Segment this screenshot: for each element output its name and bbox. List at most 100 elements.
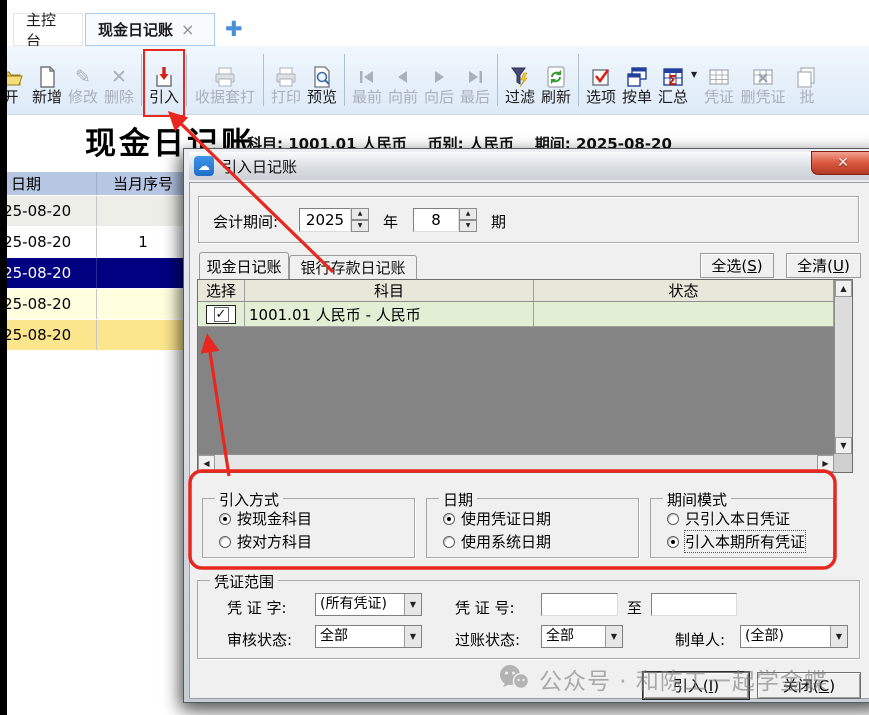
select-all-button[interactable]: 全选(S) (700, 253, 774, 278)
toolbar-print-button[interactable]: 打印 (269, 50, 303, 110)
summary-dropdown-caret-icon[interactable]: ▼ (691, 70, 701, 79)
import-mode-group: 引入方式 按现金科目 按对方科目 (202, 498, 415, 558)
month-seq-cell (97, 258, 190, 288)
toolbar-voucher-button[interactable]: 凭证 (702, 50, 736, 110)
options-check-icon (589, 64, 613, 89)
radio-by-counter-subject[interactable]: 按对方科目 (219, 531, 312, 552)
toolbar-del-voucher-button[interactable]: 删凭证 (738, 50, 788, 110)
filter-icon (508, 64, 532, 89)
tab-label: 主控台 (26, 9, 70, 51)
toolbar-first-button[interactable]: 最前 (350, 50, 384, 110)
voucher-number-from-input[interactable] (541, 593, 618, 616)
radio-only-today-vouchers[interactable]: 只引入本日凭证 (667, 508, 790, 529)
combo-arrow-icon[interactable]: ▼ (830, 626, 847, 647)
tab-cash-journal-dialog[interactable]: 现金日记账 (199, 252, 289, 279)
import-journal-dialog: ☁ 引入日记账 ✕ 会计期间: 2025 ▲ ▼ 年 8 ▲ ▼ 期 (183, 148, 869, 703)
del-voucher-icon (751, 64, 775, 89)
to-label: 至 (627, 597, 642, 618)
tab-main-console[interactable]: 主控台 (13, 13, 83, 46)
tab-cash-journal[interactable]: 现金日记账 × (85, 13, 215, 46)
radio-icon (443, 536, 455, 548)
tab-bank-journal-dialog[interactable]: 银行存款日记账 (289, 255, 417, 279)
toolbar-filter-button[interactable]: 过滤 (503, 50, 537, 110)
new-tab-icon[interactable]: ✚ (225, 16, 243, 42)
by-doc-icon (625, 64, 649, 89)
toolbar-prev-button[interactable]: 向前 (386, 50, 420, 110)
scroll-up-icon[interactable]: ▲ (835, 280, 852, 297)
toolbar-last-button[interactable]: 最后 (458, 50, 492, 110)
audit-status-select[interactable]: 全部 ▼ (315, 625, 422, 648)
toolbar-new-button[interactable]: 新增 (30, 50, 64, 110)
radio-selected-icon (443, 513, 455, 525)
close-button[interactable]: 关闭(C) (757, 672, 861, 699)
year-spinner[interactable]: ▲ ▼ (351, 208, 369, 232)
app-window: 主控台 现金日记账 × ✚ 开 新增 ✎ 修改 ✕ 删除 (0, 0, 869, 715)
toolbar-refresh-button[interactable]: 刷新 (539, 50, 573, 110)
date-cell: 2025-08-20 (11, 295, 71, 313)
toolbar-options-button[interactable]: 选项 (584, 50, 618, 110)
accounting-period-group: 会计期间: 2025 ▲ ▼ 年 8 ▲ ▼ 期 (198, 196, 859, 243)
row-checkbox[interactable]: ✓ (206, 305, 236, 324)
spin-down-icon[interactable]: ▼ (351, 220, 369, 232)
voucher-word-label: 凭 证 字: (227, 597, 287, 618)
nav-last-icon (463, 64, 487, 89)
spin-up-icon[interactable]: ▲ (351, 208, 369, 220)
col-header-month-seq: 当月序号 (97, 172, 190, 195)
batch-pages-icon (795, 64, 819, 89)
toolbar-receipt-print-button[interactable]: 收据套打 (192, 50, 258, 110)
toolbar-delete-button[interactable]: ✕ 删除 (102, 50, 136, 110)
combo-arrow-icon[interactable]: ▼ (605, 626, 622, 647)
group-title: 凭证范围 (210, 571, 278, 592)
period-spinner[interactable]: ▲ ▼ (459, 208, 477, 232)
toolbar-import-button[interactable]: 引入 (147, 50, 181, 110)
tab-bar: 主控台 现金日记账 × ✚ (7, 0, 869, 46)
year-input[interactable]: 2025 (299, 208, 351, 232)
radio-use-system-date[interactable]: 使用系统日期 (443, 531, 551, 552)
status-cell (534, 302, 834, 326)
scroll-right-icon[interactable]: ▶ (817, 455, 834, 472)
preview-icon (310, 64, 334, 89)
toolbar-preview-button[interactable]: 预览 (305, 50, 339, 110)
group-title: 日期 (439, 489, 477, 510)
close-tab-icon[interactable]: × (181, 23, 194, 37)
grid-row[interactable]: ✓ 1001.01 人民币 - 人民币 (198, 302, 834, 327)
vertical-scrollbar[interactable]: ▲ ▼ (834, 280, 852, 454)
scroll-left-icon[interactable]: ◀ (198, 455, 215, 472)
grid-header-status: 状态 (534, 280, 834, 301)
dialog-close-button[interactable]: ✕ (811, 151, 869, 175)
combo-arrow-icon[interactable]: ▼ (404, 594, 421, 615)
toolbar-modify-button[interactable]: ✎ 修改 (66, 50, 100, 110)
spin-up-icon[interactable]: ▲ (459, 208, 477, 220)
printer-icon (213, 64, 237, 89)
nav-prev-icon (391, 64, 415, 89)
radio-use-voucher-date[interactable]: 使用凭证日期 (443, 508, 551, 529)
dialog-title-bar[interactable]: ☁ 引入日记账 (189, 152, 869, 180)
month-seq-cell (97, 320, 190, 350)
clear-all-button[interactable]: 全清(U) (786, 253, 861, 278)
voucher-number-to-input[interactable] (651, 593, 737, 616)
toolbar-by-doc-button[interactable]: 按单 (620, 50, 654, 110)
toolbar-next-button[interactable]: 向后 (422, 50, 456, 110)
toolbar-summary-button[interactable]: Σ 汇总 (656, 50, 690, 110)
period-input[interactable]: 8 (413, 208, 459, 232)
post-status-select[interactable]: 全部 ▼ (541, 625, 623, 648)
import-button[interactable]: 引入(I) (643, 672, 749, 699)
horizontal-scrollbar[interactable]: ◀ ▶ (198, 454, 834, 472)
spin-down-icon[interactable]: ▼ (459, 220, 477, 232)
toolbar-batch-button[interactable]: 批 (790, 50, 824, 110)
radio-by-cash-subject[interactable]: 按现金科目 (219, 508, 312, 529)
voucher-word-select[interactable]: (所有凭证) ▼ (315, 593, 422, 616)
period-unit: 期 (491, 211, 506, 232)
dialog-title: 引入日记账 (222, 156, 297, 177)
radio-all-period-vouchers[interactable]: 引入本期所有凭证 (667, 531, 805, 552)
delete-icon: ✕ (107, 64, 131, 89)
subject-cell: 1001.01 人民币 - 人民币 (245, 302, 534, 326)
scroll-down-icon[interactable]: ▼ (835, 437, 852, 454)
combo-arrow-icon[interactable]: ▼ (404, 626, 421, 647)
voucher-table-icon (707, 64, 731, 89)
month-seq-cell (97, 289, 190, 319)
import-icon (152, 64, 176, 89)
preparer-select[interactable]: (全部) ▼ (740, 625, 848, 648)
refresh-icon (544, 64, 568, 89)
dialog-body: 会计期间: 2025 ▲ ▼ 年 8 ▲ ▼ 期 现金日记账 银行存款日记账 全… (189, 182, 869, 699)
